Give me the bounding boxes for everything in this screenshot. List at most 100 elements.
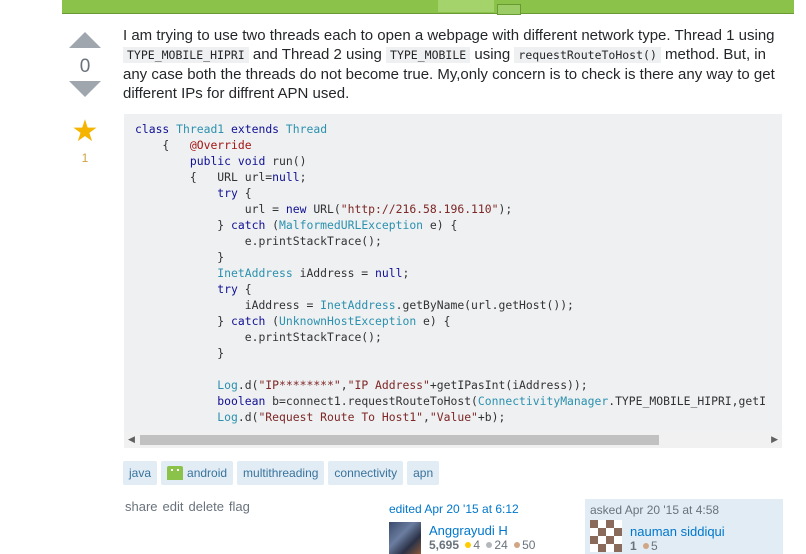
- code-token: (: [272, 218, 280, 232]
- code-token: URL(: [313, 202, 341, 216]
- silver-badge-icon: [486, 542, 493, 549]
- code-line: Log.d("Request Route To Host1","Value"+b…: [135, 410, 505, 424]
- owner-details: nauman siddiqui 1 5: [630, 524, 725, 553]
- scroll-left-icon[interactable]: ◀: [128, 434, 135, 445]
- question-body: I am trying to use two threads each to o…: [123, 26, 789, 103]
- code-token: catch: [231, 314, 273, 328]
- code-token: ConnectivityManager: [477, 394, 609, 408]
- code-token: InetAddress: [217, 266, 293, 280]
- code-content: class Thread1 extends Thread { @Override…: [124, 114, 782, 425]
- code-token: }: [135, 346, 225, 360]
- code-line: try {: [135, 186, 252, 200]
- vote-count: 0: [79, 56, 91, 77]
- upvote-arrow-icon[interactable]: [69, 32, 101, 48]
- tag-label: android: [187, 466, 228, 480]
- reputation-score: 5,695: [429, 538, 460, 552]
- post-menu: share edit delete flag: [125, 499, 255, 514]
- code-line: public void run(): [135, 154, 307, 168]
- silver-badge-count: 24: [494, 538, 508, 552]
- code-token: catch: [231, 218, 273, 232]
- asked-timestamp: asked Apr 20 '15 at 4:58: [590, 503, 720, 517]
- code-token: e.printStackTrace();: [135, 330, 382, 344]
- code-token: "IP********": [258, 378, 341, 392]
- question-text: using: [470, 46, 515, 63]
- code-token: extends: [231, 122, 286, 136]
- code-token: "IP Address": [347, 378, 430, 392]
- tag-connectivity[interactable]: connectivity: [328, 461, 404, 485]
- code-token: e) {: [416, 314, 451, 328]
- code-token: );: [498, 202, 513, 216]
- tag-java[interactable]: java: [123, 461, 158, 485]
- code-line: url = new URL("http://216.58.196.110");: [135, 202, 512, 216]
- code-token: iAddress =: [135, 298, 321, 312]
- code-line: Log.d("IP********","IP Address"+getIPasI…: [135, 378, 587, 392]
- code-token: null: [272, 170, 300, 184]
- code-line: { URL url=null;: [135, 170, 307, 184]
- favorite-star-icon[interactable]: ★: [64, 117, 106, 147]
- code-token: null: [375, 266, 403, 280]
- bronze-badge-icon: [643, 543, 650, 550]
- question-paragraph: I am trying to use two threads each to o…: [123, 26, 789, 103]
- code-token: (: [272, 314, 280, 328]
- code-token: {: [244, 282, 252, 296]
- tag-multithreading[interactable]: multithreading: [237, 461, 325, 485]
- banner-square: [497, 4, 521, 15]
- code-token: }: [135, 218, 232, 232]
- code-token: InetAddress: [320, 298, 396, 312]
- owner-reputation: 1 5: [630, 539, 725, 553]
- code-line: } catch (UnknownHostException e) {: [135, 314, 450, 328]
- reputation-score: 1: [630, 539, 637, 553]
- code-token: b=connect1.requestRouteToHost(: [272, 394, 478, 408]
- code-token: "Request Route To Host1": [258, 410, 424, 424]
- code-token: }: [135, 314, 232, 328]
- edit-link[interactable]: edit: [163, 499, 184, 514]
- code-token: "http://216.58.196.110": [340, 202, 499, 216]
- horizontal-scrollbar[interactable]: ◀ ▶: [124, 431, 782, 448]
- code-token: iAddress =: [292, 266, 376, 280]
- code-line: } catch (MalformedURLException e) {: [135, 218, 457, 232]
- code-token: try: [217, 282, 245, 296]
- tag-android[interactable]: android: [161, 461, 234, 485]
- code-token: UnknownHostException: [279, 314, 417, 328]
- inline-code: TYPE_MOBILE_HIPRI: [123, 47, 249, 63]
- owner-name[interactable]: nauman siddiqui: [630, 524, 725, 539]
- scroll-right-icon[interactable]: ▶: [771, 434, 778, 445]
- code-line: boolean b=connect1.requestRouteToHost(Co…: [135, 394, 766, 408]
- code-line: e.printStackTrace();: [135, 330, 382, 344]
- code-token: Thread1: [176, 122, 232, 136]
- scrollbar-thumb[interactable]: [140, 435, 659, 445]
- question-text: I am trying to use two threads each to o…: [123, 27, 775, 44]
- code-token: .getByName(url.getHost());: [395, 298, 574, 312]
- code-token: MalformedURLException: [279, 218, 424, 232]
- delete-link[interactable]: delete: [189, 499, 224, 514]
- tag-list: java android multithreading connectivity apn: [123, 461, 443, 485]
- code-token: "Value": [429, 410, 478, 424]
- downvote-arrow-icon[interactable]: [69, 81, 101, 97]
- code-block: class Thread1 extends Thread { @Override…: [124, 114, 782, 448]
- bronze-badge-count: 5: [651, 539, 658, 553]
- question-text: and Thread 2 using: [248, 46, 387, 63]
- code-token: {: [244, 186, 252, 200]
- inline-code: TYPE_MOBILE: [386, 47, 471, 63]
- code-token: .d(: [237, 378, 259, 392]
- editor-name[interactable]: Anggrayudi H: [429, 523, 535, 538]
- code-token: e.printStackTrace();: [135, 234, 382, 248]
- code-token: e) {: [423, 218, 458, 232]
- code-token: }: [135, 250, 225, 264]
- code-token: @Override: [189, 138, 252, 152]
- flag-link[interactable]: flag: [229, 499, 250, 514]
- code-line: class Thread1 extends Thread: [135, 122, 327, 136]
- owner-avatar[interactable]: [590, 520, 622, 552]
- code-token: Log: [217, 378, 238, 392]
- share-link[interactable]: share: [125, 499, 158, 514]
- code-token: +b);: [477, 410, 506, 424]
- editor-avatar[interactable]: [389, 522, 421, 554]
- code-line: { @Override: [135, 138, 252, 152]
- tag-apn[interactable]: apn: [407, 461, 440, 485]
- edited-timestamp[interactable]: edited Apr 20 '15 at 6:12: [389, 502, 579, 516]
